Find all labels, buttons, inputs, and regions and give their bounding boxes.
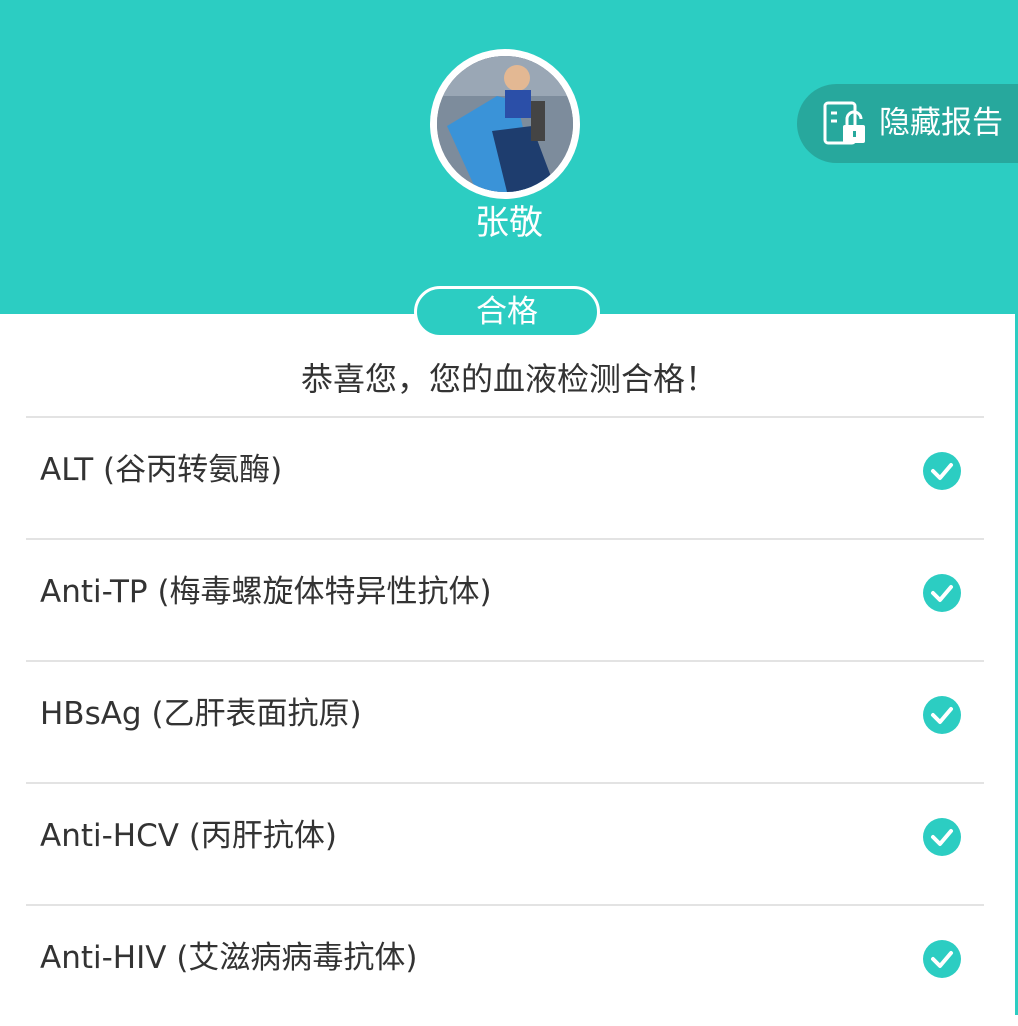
test-label: Anti-HCV (丙肝抗体): [40, 818, 338, 854]
test-label: Anti-TP (梅毒螺旋体特异性抗体): [40, 574, 492, 610]
check-circle-icon: [923, 574, 961, 612]
result-message: 恭喜您，您的血液检测合格！: [300, 360, 717, 398]
test-list: ALT (谷丙转氨酶) Anti-TP (梅毒螺旋体特异性抗体) HBsAg (…: [26, 416, 984, 1026]
check-circle-icon: [923, 696, 961, 734]
hide-report-label: 隐藏报告: [879, 105, 1003, 141]
test-label: Anti-HIV (艾滋病病毒抗体): [40, 940, 418, 976]
profile-header: 张敬 隐藏报告: [0, 0, 1018, 314]
avatar[interactable]: [430, 49, 580, 199]
check-circle-icon: [923, 452, 961, 490]
check-circle-icon: [923, 940, 961, 978]
test-label: HBsAg (乙肝表面抗原): [40, 696, 362, 732]
list-item: ALT (谷丙转氨酶): [26, 416, 984, 538]
list-item: Anti-HIV (艾滋病病毒抗体): [26, 904, 984, 1026]
list-item: HBsAg (乙肝表面抗原): [26, 660, 984, 782]
username: 张敬: [475, 203, 543, 243]
test-label: ALT (谷丙转氨酶): [40, 452, 283, 488]
hide-report-button[interactable]: 隐藏报告: [797, 84, 1018, 163]
list-item: Anti-HCV (丙肝抗体): [26, 782, 984, 904]
status-badge: 合格: [414, 286, 600, 338]
list-item: Anti-TP (梅毒螺旋体特异性抗体): [26, 538, 984, 660]
avatar-photo: [437, 56, 573, 192]
check-circle-icon: [923, 818, 961, 856]
report-lock-icon: [823, 101, 865, 145]
